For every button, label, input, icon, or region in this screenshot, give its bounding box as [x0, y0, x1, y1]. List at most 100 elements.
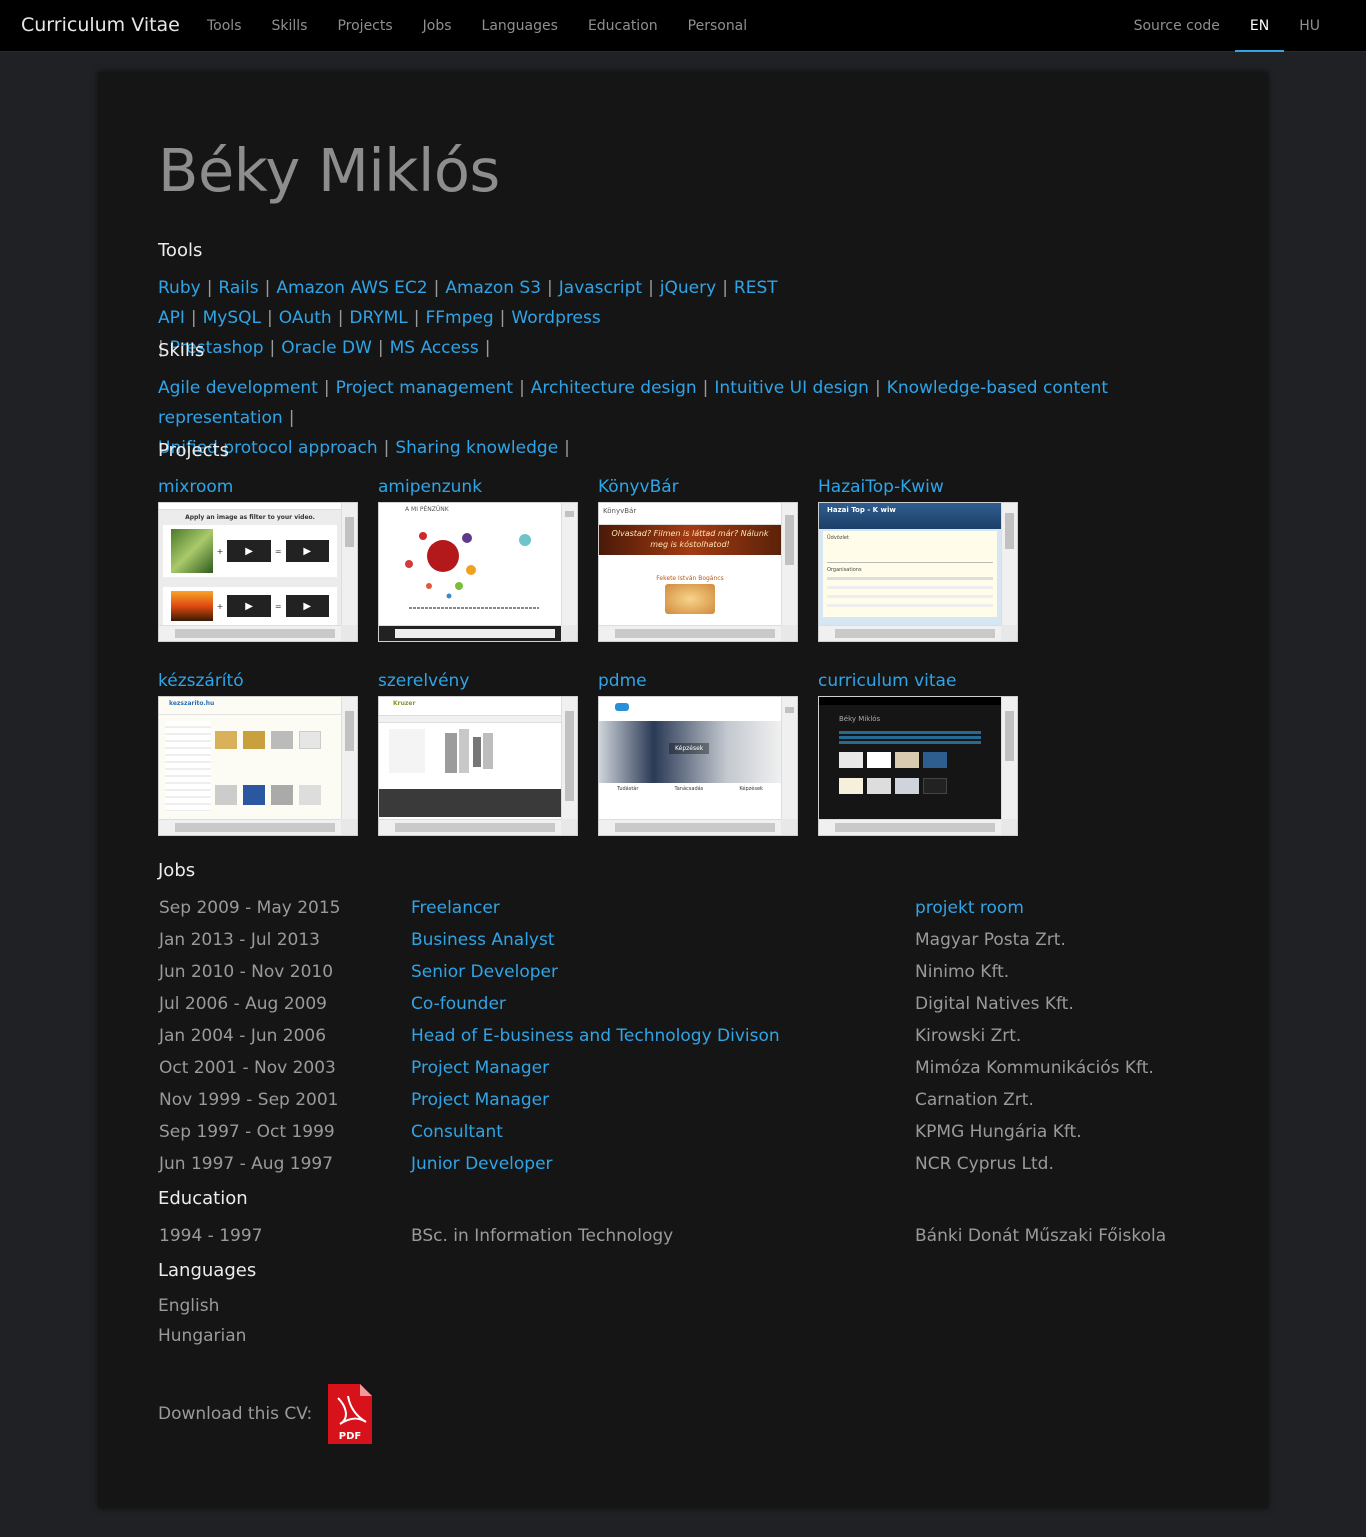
nav-item-source-code[interactable]: Source code: [1119, 0, 1235, 52]
horizontal-scrollbar[interactable]: [819, 819, 1017, 835]
scroll-thumb[interactable]: [785, 515, 794, 565]
screenshot-content: KönyvBár Olvastad? Filmen is láttad már?…: [599, 503, 781, 625]
tool-link[interactable]: Rails: [218, 278, 258, 298]
scroll-thumb[interactable]: [175, 629, 335, 638]
project-card: kézszárító kezszarito.hu: [158, 668, 358, 836]
project-link-mixroom[interactable]: mixroom: [158, 474, 358, 502]
table-line: [827, 595, 993, 598]
job-role-link[interactable]: Freelancer: [411, 898, 915, 918]
project-link-konyvbar[interactable]: KönyvBár: [598, 474, 798, 502]
scroll-thumb[interactable]: [785, 707, 794, 713]
skill-link[interactable]: Agile development: [158, 378, 318, 398]
nav-item-lang-hu[interactable]: HU: [1284, 0, 1335, 52]
tool-link[interactable]: Javascript: [559, 278, 642, 298]
project-screenshot-hazaitop[interactable]: Hazai Top - K wiw Üdvözlet Organisations: [818, 502, 1018, 642]
product-image: [215, 785, 237, 805]
horizontal-scrollbar[interactable]: [599, 625, 797, 641]
vertical-scrollbar[interactable]: [1001, 697, 1017, 821]
project-link-amipenzunk[interactable]: amipenzunk: [378, 474, 578, 502]
project-card: szerelvény Kruzer: [378, 668, 578, 836]
skill-link[interactable]: Project management: [336, 378, 513, 398]
job-role-link[interactable]: Project Manager: [411, 1090, 915, 1110]
project-card: curriculum vitae Béky Miklós: [818, 668, 1018, 836]
nav-item-tools[interactable]: Tools: [192, 0, 257, 52]
project-screenshot-szerelveny[interactable]: Kruzer: [378, 696, 578, 836]
scrollbar-corner: [561, 625, 577, 641]
tool-link[interactable]: jQuery: [660, 278, 716, 298]
tool-link[interactable]: FFmpeg: [426, 308, 494, 328]
job-role-link[interactable]: Business Analyst: [411, 930, 915, 950]
scroll-thumb[interactable]: [835, 823, 995, 832]
job-role-link[interactable]: Senior Developer: [411, 962, 915, 982]
vertical-scrollbar[interactable]: [1001, 503, 1017, 627]
project-screenshot-amipenzunk[interactable]: A MI PÉNZÜNK: [378, 502, 578, 642]
vertical-scrollbar[interactable]: [781, 503, 797, 627]
scroll-thumb[interactable]: [615, 823, 775, 832]
vertical-scrollbar[interactable]: [561, 697, 577, 821]
tool-link[interactable]: OAuth: [279, 308, 332, 328]
vertical-scrollbar[interactable]: [561, 503, 577, 627]
job-role-link[interactable]: Project Manager: [411, 1058, 915, 1078]
vertical-scrollbar[interactable]: [781, 697, 797, 821]
equals-icon: =: [274, 546, 282, 556]
scroll-thumb[interactable]: [1005, 711, 1014, 761]
project-screenshot-curriculum-vitae[interactable]: Béky Miklós: [818, 696, 1018, 836]
scroll-thumb[interactable]: [615, 629, 775, 638]
scroll-thumb[interactable]: [565, 511, 574, 517]
tool-link[interactable]: DRYML: [349, 308, 407, 328]
nav-item-lang-en[interactable]: EN: [1234, 0, 1285, 52]
skill-link[interactable]: Intuitive UI design: [714, 378, 869, 398]
scroll-thumb[interactable]: [345, 517, 354, 547]
tool-link[interactable]: MS Access: [390, 338, 479, 358]
scroll-thumb[interactable]: [395, 823, 555, 832]
vertical-scrollbar[interactable]: [341, 503, 357, 627]
horizontal-scrollbar[interactable]: [379, 625, 577, 641]
horizontal-scrollbar[interactable]: [159, 625, 357, 641]
job-company: KPMG Hungária Kft.: [915, 1122, 1082, 1142]
nav-item-jobs[interactable]: Jobs: [408, 0, 467, 52]
horizontal-scrollbar[interactable]: [599, 819, 797, 835]
project-link-szerelveny[interactable]: szerelvény: [378, 668, 578, 696]
horizontal-scrollbar[interactable]: [159, 819, 357, 835]
vertical-scrollbar[interactable]: [341, 697, 357, 821]
job-role-link[interactable]: Head of E-business and Technology Diviso…: [411, 1026, 915, 1046]
skill-link[interactable]: Sharing knowledge: [395, 438, 558, 458]
job-role-link[interactable]: Junior Developer: [411, 1154, 915, 1174]
scroll-thumb[interactable]: [175, 823, 335, 832]
nav-item-skills[interactable]: Skills: [257, 0, 323, 52]
text-line: [839, 741, 981, 744]
job-role-link[interactable]: Consultant: [411, 1122, 915, 1142]
scrollbar-corner: [1001, 625, 1017, 641]
project-link-pdme[interactable]: pdme: [598, 668, 798, 696]
horizontal-scrollbar[interactable]: [379, 819, 577, 835]
nav-item-languages[interactable]: Languages: [467, 0, 573, 52]
nav-item-education[interactable]: Education: [573, 0, 673, 52]
scroll-thumb[interactable]: [395, 629, 555, 638]
project-screenshot-kezszarito[interactable]: kezszarito.hu: [158, 696, 358, 836]
project-link-curriculum-vitae[interactable]: curriculum vitae: [818, 668, 1018, 696]
brand-link[interactable]: Curriculum Vitae: [21, 14, 180, 36]
project-screenshot-konyvbar[interactable]: KönyvBár Olvastad? Filmen is láttad már?…: [598, 502, 798, 642]
tool-link[interactable]: Amazon AWS EC2: [276, 278, 427, 298]
job-period: Oct 2001 - Nov 2003: [159, 1058, 336, 1078]
project-link-kezszarito[interactable]: kézszárító: [158, 668, 358, 696]
tool-link[interactable]: Amazon S3: [445, 278, 541, 298]
skill-link[interactable]: Architecture design: [531, 378, 697, 398]
scroll-thumb[interactable]: [565, 711, 574, 801]
tool-link[interactable]: MySQL: [203, 308, 261, 328]
tool-link[interactable]: Oracle DW: [281, 338, 372, 358]
pdf-download-icon[interactable]: PDF: [326, 1384, 373, 1444]
tool-link[interactable]: Wordpress: [511, 308, 600, 328]
nav-item-projects[interactable]: Projects: [322, 0, 407, 52]
project-link-hazaitop[interactable]: HazaiTop-Kwiw: [818, 474, 1018, 502]
tool-link[interactable]: Ruby: [158, 278, 201, 298]
horizontal-scrollbar[interactable]: [819, 625, 1017, 641]
job-role-link[interactable]: Co-founder: [411, 994, 915, 1014]
job-company-link[interactable]: projekt room: [915, 898, 1218, 918]
project-screenshot-mixroom[interactable]: Apply an image as filter to your video. …: [158, 502, 358, 642]
project-screenshot-pdme[interactable]: Képzések Tudástár Tanácsadás Képzések: [598, 696, 798, 836]
scroll-thumb[interactable]: [835, 629, 995, 638]
nav-item-personal[interactable]: Personal: [673, 0, 763, 52]
scroll-thumb[interactable]: [345, 711, 354, 751]
scroll-thumb[interactable]: [1005, 513, 1014, 549]
